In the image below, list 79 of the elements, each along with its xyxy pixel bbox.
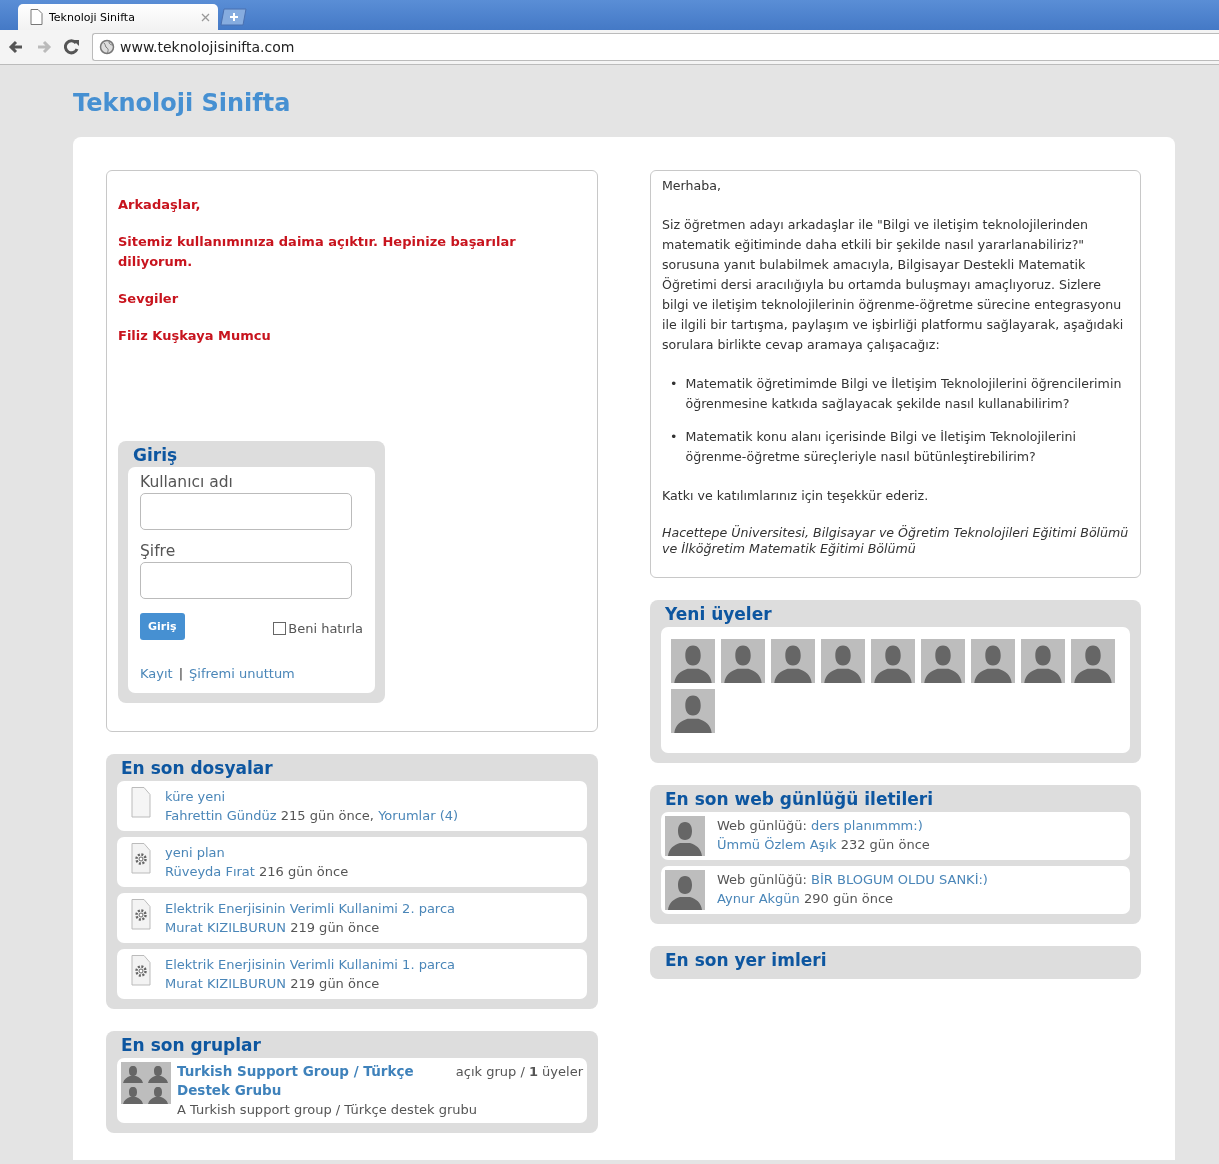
- panel-title: En son web günlüğü iletileri: [665, 789, 933, 809]
- avatar-icon[interactable]: [771, 639, 815, 683]
- file-meta: Fahrettin Gündüz 215 gün önce, Yorumlar (4): [165, 807, 459, 825]
- site-title[interactable]: Teknoloji Sinifta: [73, 89, 291, 117]
- username-field[interactable]: [140, 493, 352, 530]
- forgot-password-link[interactable]: Şifremi unuttum: [189, 666, 295, 681]
- password-label: Şifre: [140, 542, 176, 560]
- comments-link[interactable]: Yorumlar (4): [378, 808, 459, 823]
- avatar-icon[interactable]: [671, 639, 715, 683]
- signature-text: Hacettepe Üniversitesi, Bilgisayar ve Öğretim Teknolojileri Eğitimi Bölümü ve İlköğretim Matematik Eğitimi Bölümü: [662, 525, 1129, 557]
- blank-file-icon: [129, 787, 153, 818]
- address-bar[interactable]: www.teknolojisinifta.com: [92, 33, 1219, 61]
- author-link[interactable]: Fahrettin Gündüz: [165, 808, 277, 823]
- avatar-icon[interactable]: [1071, 639, 1115, 683]
- group-link[interactable]: Turkish Support Group / Türkçe Destek Grubu: [177, 1062, 448, 1100]
- register-link[interactable]: Kayıt: [140, 666, 173, 681]
- avatar-icon[interactable]: [921, 639, 965, 683]
- file-link[interactable]: Elektrik Enerjisinin Verimli Kullanimi 1. parca: [165, 955, 456, 974]
- panel-title: Yeni üyeler: [665, 604, 772, 624]
- bullet: •: [670, 375, 678, 393]
- file-link[interactable]: yeni plan: [165, 843, 349, 862]
- reload-icon[interactable]: [64, 39, 80, 55]
- panel-title: En son gruplar: [121, 1035, 261, 1055]
- remember-checkbox[interactable]: Beni hatırla: [273, 621, 363, 636]
- close-icon: [201, 12, 210, 22]
- greeting-text: Merhaba,: [662, 177, 722, 195]
- avatar-icon[interactable]: [821, 639, 865, 683]
- file-link[interactable]: Elektrik Enerjisinin Verimli Kullanimi 2. parca: [165, 899, 456, 918]
- blog-label: Web günlüğü:: [717, 818, 807, 833]
- login-button[interactable]: Giriş: [140, 613, 185, 640]
- blog-post-link[interactable]: BİR BLOGUM OLDU SANKİ:): [811, 872, 988, 887]
- gear-file-icon: [129, 955, 153, 986]
- author-link[interactable]: Murat KIZILBURUN: [165, 976, 287, 991]
- question-item: Matematik öğretimimde Bilgi ve İletişim Teknolojilerini öğrencilerimin öğrenmesine katkıda sağlayacak şekilde nasıl kullanabilirim?: [685, 375, 1123, 413]
- url-text: www.teknolojisinifta.com: [120, 39, 295, 55]
- author-link[interactable]: Aynur Akgün: [717, 891, 800, 906]
- avatar-icon[interactable]: [871, 639, 915, 683]
- forward-icon[interactable]: [36, 40, 52, 54]
- author-link[interactable]: Murat KIZILBURUN: [165, 920, 287, 935]
- avatar-icon[interactable]: [971, 639, 1015, 683]
- file-link[interactable]: küre yeni: [165, 787, 459, 806]
- file-meta: Murat KIZILBURUN 219 gün önce: [165, 919, 381, 937]
- question-item: Matematik konu alanı içerisinde Bilgi ve İletişim Teknolojilerini öğrenme-öğretme süreçleriyle nasıl bütünleştirebilirim?: [685, 428, 1077, 466]
- post-time: 232 gün önce: [840, 837, 930, 852]
- avatar-icon: [665, 816, 705, 856]
- avatar-icon: [665, 870, 705, 910]
- blog-post-link[interactable]: ders planımmm:): [811, 818, 923, 833]
- panel-title: En son yer imleri: [665, 950, 827, 970]
- avatar-icon[interactable]: [721, 639, 765, 683]
- gear-file-icon: [129, 899, 153, 930]
- back-icon[interactable]: [8, 40, 24, 54]
- login-title: Giriş: [133, 445, 178, 465]
- avatar-icon[interactable]: [671, 689, 715, 733]
- group-meta: açık grup / 1 üyeler: [455, 1063, 583, 1081]
- post-time: 290 gün önce: [803, 891, 894, 906]
- group-description: A Turkish support group / Türkçe destek grubu: [177, 1101, 478, 1119]
- panel-title: En son dosyalar: [121, 758, 273, 778]
- gear-file-icon: [129, 843, 153, 874]
- welcome-text: Arkadaşlar,: [118, 196, 202, 214]
- file-meta: Murat KIZILBURUN 219 gün önce: [165, 975, 381, 993]
- file-meta: Rüveyda Fırat 216 gün önce: [165, 863, 349, 881]
- bullet: •: [670, 428, 678, 446]
- welcome-text: Sitemiz kullanımınıza daima açıktır. Hepinize başarılar diliyorum.: [118, 233, 517, 271]
- globe-icon: [99, 39, 115, 55]
- author-link[interactable]: Ümmü Özlem Aşık: [717, 837, 837, 852]
- welcome-text: Filiz Kuşkaya Mumcu: [118, 327, 272, 345]
- author-link[interactable]: Rüveyda Fırat: [165, 864, 255, 879]
- password-field[interactable]: [140, 562, 352, 599]
- intro-paragraph: Siz öğretmen adayı arkadaşlar ile "Bilgi ve iletişim teknolojilerinden matematik eğitiminde daha etkili bir şekilde nasıl yararlanabiliriz?" sorusuna yanıt bulabilmek amacıyla, Bilgisayar Destekli Matematik Öğretimi dersi aracılığıyla bu ortamda buluşmayı amaçlıyoruz. Sizlere bilgi ve iletişim teknolojilerinin öğrenme-öğretme sürecine entegrasyonu ile ilgili bir tartışma, paylaşım ve işbirliği platformu sağlayarak, aşağıdaki sorulara birlikte cevap aramaya çalışacağız:: [662, 216, 1125, 354]
- welcome-text: Sevgiler: [118, 290, 180, 308]
- username-label: Kullanıcı adı: [140, 473, 233, 491]
- tab-title: Teknoloji Sinifta: [49, 10, 136, 24]
- browser-tab[interactable]: Teknoloji Sinifta: [18, 4, 218, 30]
- avatar-icon[interactable]: [1021, 639, 1065, 683]
- page-icon: [30, 9, 43, 25]
- closing-text: Katkı ve katılımlarınız için teşekkür ederiz.: [662, 487, 930, 505]
- new-tab-icon[interactable]: [220, 8, 247, 26]
- separator: |: [178, 666, 184, 681]
- blog-label: Web günlüğü:: [717, 872, 807, 887]
